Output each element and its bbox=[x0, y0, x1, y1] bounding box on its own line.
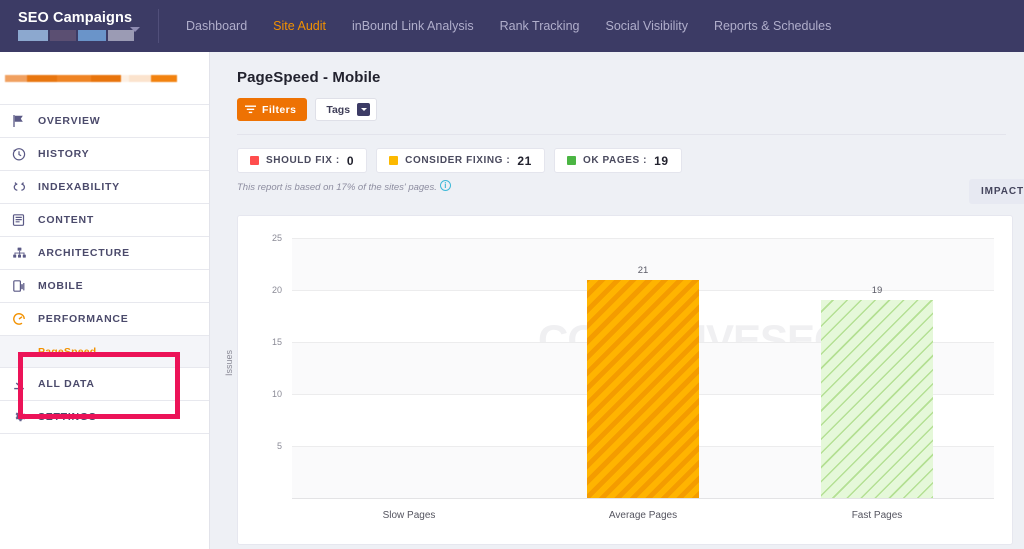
status-badge[interactable]: SHOULD FIX : 0 bbox=[237, 148, 368, 173]
sidebar-item-content[interactable]: CONTENT bbox=[0, 204, 209, 237]
sidebar-item-label: HISTORY bbox=[38, 148, 90, 160]
sidebar-item-label: CONTENT bbox=[38, 214, 94, 226]
sidebar-item-label: MOBILE bbox=[38, 280, 84, 292]
sidebar-item-performance[interactable]: PERFORMANCE bbox=[0, 303, 209, 336]
x-axis-tick: Slow Pages bbox=[382, 510, 436, 521]
clock-icon bbox=[12, 147, 38, 161]
redaction-block bbox=[50, 30, 76, 41]
sidebar: OVERVIEW HISTORY INDEXABILITY CONTENT ARCHIT… bbox=[0, 52, 210, 549]
impact-button[interactable]: IMPACT bbox=[969, 179, 1024, 204]
status-badge-value: 0 bbox=[346, 153, 355, 168]
chart-gridline bbox=[292, 238, 994, 239]
x-axis-tick: Fast Pages bbox=[851, 510, 903, 521]
main-content: PageSpeed - Mobile Filters Tags SHOULD F… bbox=[210, 52, 1024, 549]
funnel-icon bbox=[245, 105, 256, 114]
sidebar-item-all-data[interactable]: ALL DATA bbox=[0, 368, 209, 401]
sidebar-item-history[interactable]: HISTORY bbox=[0, 138, 209, 171]
nav-links: Dashboard Site Audit inBound Link Analysis… bbox=[159, 13, 844, 39]
x-axis-tick: Average Pages bbox=[608, 510, 678, 521]
nav-link-rank-tracking[interactable]: Rank Tracking bbox=[487, 13, 593, 39]
sidebar-item-pagespeed[interactable]: PageSpeed bbox=[0, 336, 209, 368]
gear-icon bbox=[12, 410, 38, 424]
redaction-block bbox=[91, 74, 121, 82]
status-badge-label: SHOULD FIX : bbox=[266, 155, 340, 166]
redaction-block bbox=[78, 30, 106, 41]
flag-icon bbox=[12, 114, 38, 128]
sitemap-icon bbox=[12, 246, 38, 260]
nav-link-site-audit[interactable]: Site Audit bbox=[260, 13, 339, 39]
pagespeed-chart-card: COGNITIVESEO Issues 510152025Slow Pages2… bbox=[224, 215, 1014, 546]
sidebar-item-label: PageSpeed bbox=[38, 345, 97, 358]
link-icon bbox=[12, 181, 38, 194]
redaction-block bbox=[27, 74, 57, 82]
sidebar-item-label: OVERVIEW bbox=[38, 115, 101, 127]
status-badge-value: 21 bbox=[517, 153, 532, 168]
status-badge-label: CONSIDER FIXING : bbox=[405, 155, 511, 166]
page-title: PageSpeed - Mobile bbox=[237, 69, 381, 86]
x-axis-line bbox=[292, 498, 994, 499]
chart-bar-value: 19 bbox=[871, 285, 883, 297]
status-badge-value: 19 bbox=[654, 153, 669, 168]
sidebar-item-label: PERFORMANCE bbox=[38, 313, 129, 325]
tags-button[interactable]: Tags bbox=[315, 98, 378, 121]
sidebar-item-label: INDEXABILITY bbox=[38, 181, 120, 193]
chart-bar-value: 21 bbox=[637, 264, 649, 276]
chart-bar[interactable] bbox=[821, 300, 933, 498]
sidebar-item-mobile[interactable]: MOBILE bbox=[0, 270, 209, 303]
redaction-block bbox=[129, 74, 151, 82]
y-axis-tick: 15 bbox=[271, 337, 282, 347]
bar-chart: COGNITIVESEO Issues 510152025Slow Pages2… bbox=[224, 216, 1014, 546]
status-chip-group: SHOULD FIX : 0 CONSIDER FIXING : 21 OK PAGES… bbox=[210, 135, 1024, 173]
y-axis-tick: 25 bbox=[271, 233, 282, 243]
site-name-row bbox=[0, 52, 209, 104]
y-axis-tick: 10 bbox=[271, 389, 282, 399]
redaction-block bbox=[151, 74, 177, 82]
toolbar: Filters Tags bbox=[210, 86, 1024, 121]
status-badge-label: OK PAGES : bbox=[582, 155, 648, 166]
chevron-down-icon[interactable] bbox=[130, 27, 140, 32]
sidebar-item-settings[interactable]: SETTINGS bbox=[0, 401, 209, 434]
gauge-icon bbox=[12, 312, 38, 326]
site-name-redacted bbox=[5, 74, 177, 82]
filters-label: Filters bbox=[262, 103, 297, 116]
chart-bar[interactable] bbox=[587, 279, 699, 498]
top-navigation-bar: SEO Campaigns Dashboard Site Audit inBound… bbox=[0, 0, 1024, 52]
redaction-block bbox=[57, 74, 91, 82]
sidebar-item-indexability[interactable]: INDEXABILITY bbox=[0, 171, 209, 204]
status-color-swatch bbox=[389, 156, 399, 165]
brand-title: SEO Campaigns bbox=[18, 10, 133, 26]
filters-button[interactable]: Filters bbox=[237, 98, 308, 121]
brand-block[interactable]: SEO Campaigns bbox=[0, 11, 158, 41]
download-icon bbox=[12, 377, 38, 391]
status-color-swatch bbox=[250, 156, 259, 165]
redaction-block bbox=[5, 74, 27, 82]
y-axis-tick: 20 bbox=[271, 285, 282, 295]
nav-link-social-visibility[interactable]: Social Visibility bbox=[593, 13, 701, 39]
status-badge[interactable]: OK PAGES : 19 bbox=[553, 148, 682, 173]
nav-link-reports-schedules[interactable]: Reports & Schedules bbox=[701, 13, 844, 39]
report-note-text: This report is based on 17% of the sites… bbox=[237, 182, 437, 193]
nav-link-inbound-link-analysis[interactable]: inBound Link Analysis bbox=[339, 13, 487, 39]
y-axis-tick: 5 bbox=[276, 441, 282, 451]
status-badge[interactable]: CONSIDER FIXING : 21 bbox=[376, 148, 545, 173]
chevron-down-icon[interactable] bbox=[357, 103, 371, 116]
sidebar-item-overview[interactable]: OVERVIEW bbox=[0, 105, 209, 138]
y-axis-label: Issues bbox=[224, 349, 234, 376]
document-icon bbox=[12, 213, 38, 227]
mobile-icon bbox=[12, 279, 38, 293]
sidebar-item-label: SETTINGS bbox=[38, 411, 97, 423]
sidebar-item-architecture[interactable]: ARCHITECTURE bbox=[0, 237, 209, 270]
tags-label: Tags bbox=[326, 103, 351, 116]
report-note: This report is based on 17% of the sites… bbox=[210, 173, 1024, 193]
info-icon[interactable]: i bbox=[439, 180, 451, 191]
redaction-block bbox=[18, 30, 48, 41]
nav-link-dashboard[interactable]: Dashboard bbox=[173, 13, 260, 39]
redaction-block bbox=[121, 74, 129, 82]
sidebar-item-label: ALL DATA bbox=[38, 378, 95, 390]
status-color-swatch bbox=[566, 156, 576, 165]
sidebar-item-label: ARCHITECTURE bbox=[38, 247, 130, 259]
